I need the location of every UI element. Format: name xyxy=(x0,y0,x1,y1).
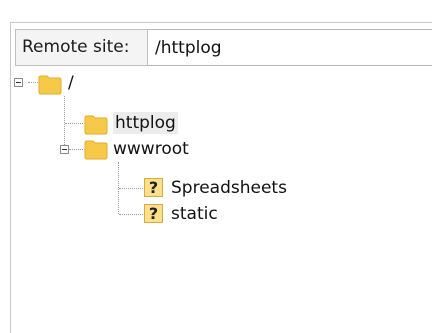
tree-connector xyxy=(119,214,143,215)
remote-panel: Remote site: / httplog / httplog wwwroot… xyxy=(10,22,432,333)
unknown-folder-icon: ? xyxy=(144,178,163,197)
tree-node-httplog[interactable]: httplog xyxy=(113,110,178,136)
tree-node-label: / xyxy=(68,73,74,93)
collapse-toggle-wwwroot[interactable] xyxy=(60,145,69,154)
remote-site-label: Remote site: xyxy=(15,29,148,66)
remote-path-input[interactable] xyxy=(148,29,432,66)
unknown-folder-icon: ? xyxy=(144,204,163,223)
tree-node-spreadsheets[interactable]: Spreadsheets xyxy=(171,175,287,201)
tree-node-label: static xyxy=(171,204,218,224)
remote-directory-tree[interactable]: / httplog wwwroot ? Spreadsheets ? stati… xyxy=(11,70,432,330)
collapse-toggle-root[interactable] xyxy=(14,78,23,87)
tree-connector xyxy=(69,149,83,150)
tree-node-root[interactable]: / xyxy=(68,70,74,96)
folder-icon xyxy=(38,75,62,95)
tree-node-label: wwwroot xyxy=(113,139,189,159)
remote-site-pane: Remote site: / httplog / httplog wwwroot… xyxy=(0,0,432,333)
tree-connector xyxy=(119,188,143,189)
tree-node-wwwroot[interactable]: wwwroot xyxy=(113,136,189,162)
folder-icon xyxy=(84,140,108,160)
tree-node-label: httplog xyxy=(113,112,178,134)
tree-node-label: Spreadsheets xyxy=(171,178,287,198)
top-strip xyxy=(0,0,432,22)
remote-site-bar: Remote site: xyxy=(15,29,432,66)
tree-node-static[interactable]: static xyxy=(171,201,218,227)
tree-connector xyxy=(65,123,83,124)
folder-icon xyxy=(84,115,108,135)
